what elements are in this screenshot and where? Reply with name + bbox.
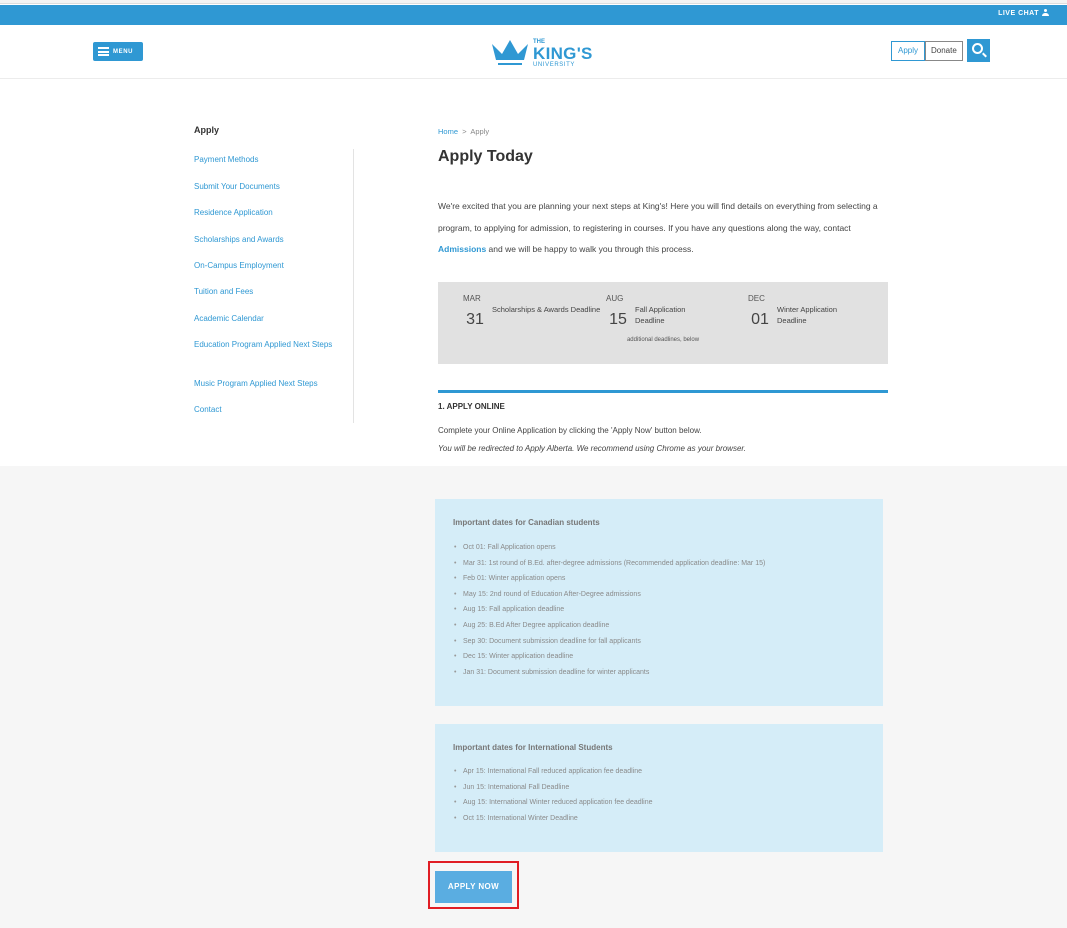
utility-bar: LIVE CHAT [0,5,1067,25]
intro-paragraph: We're excited that you are planning your… [438,196,894,261]
sidebar-item-academic-calendar[interactable]: Academic Calendar [194,313,334,325]
logo-university: UNIVERSITY [533,61,576,68]
breadcrumb-separator: > [462,127,467,136]
list-item: Oct 01: Fall Application opens [454,540,765,556]
canadian-dates-list: Oct 01: Fall Application opens Mar 31: 1… [454,540,765,680]
person-icon [1042,9,1049,17]
deadline-label: Scholarships & Awards Deadline [492,305,601,314]
list-item: Feb 01: Winter application opens [454,571,765,587]
list-item: Oct 15: International Winter Deadline [454,811,653,827]
breadcrumb-home[interactable]: Home [438,127,458,136]
sidebar-title: Apply [194,125,220,135]
international-dates-title: Important dates for International Studen… [453,743,613,752]
header-apply-button[interactable]: Apply [891,41,926,61]
header-donate-button[interactable]: Donate [925,41,963,61]
search-button[interactable] [967,39,990,62]
list-item: Aug 25: B.Ed After Degree application de… [454,618,765,634]
list-item: Sep 30: Document submission deadline for… [454,634,765,650]
list-item: Jun 15: International Fall Deadline [454,780,653,796]
intro-text-after: and we will be happy to walk you through… [486,244,694,254]
crown-logo-icon [492,40,528,65]
step-text: Complete your Online Application by clic… [438,426,702,435]
list-item: Jan 31: Document submission deadline for… [454,665,765,681]
sidebar-item-on-campus-employment[interactable]: On-Campus Employment [194,260,334,272]
sidebar-item-submit-documents[interactable]: Submit Your Documents [194,181,334,193]
admissions-link[interactable]: Admissions [438,244,486,254]
browser-top-strip [0,0,1067,4]
international-dates-list: Apr 15: International Fall reduced appli… [454,764,653,826]
intro-text-before: We're excited that you are planning your… [438,201,878,233]
deadline-day: 01 [751,311,769,328]
international-dates-box: Important dates for International Studen… [435,724,883,852]
deadline-month: MAR [463,294,481,303]
logo-kings: KING'S [533,43,593,63]
deadline-month: DEC [748,294,765,303]
live-chat-link[interactable]: LIVE CHAT [998,9,1049,17]
live-chat-label: LIVE CHAT [998,9,1039,17]
sidebar-nav: Apply Payment Methods Submit Your Docume… [194,125,354,423]
deadlines-note: additional deadlines, below [626,337,700,343]
menu-label: MENU [113,48,134,55]
sidebar-item-education-next-steps[interactable]: Education Program Applied Next Steps [194,339,334,351]
list-item: Dec 15: Winter application deadline [454,649,765,665]
list-item: May 15: 2nd round of Education After-Deg… [454,587,765,603]
list-item: Apr 15: International Fall reduced appli… [454,764,653,780]
list-item: Mar 31: 1st round of B.Ed. after-degree … [454,556,765,572]
step-note: You will be redirected to Apply Alberta.… [438,444,746,453]
sidebar-list: Payment Methods Submit Your Documents Re… [194,149,354,423]
list-item: Aug 15: Fall application deadline [454,602,765,618]
search-icon [972,43,983,54]
canadian-dates-box: Important dates for Canadian students Oc… [435,499,883,706]
key-deadlines-panel: MAR 31 Scholarships & Awards Deadline AU… [438,282,888,364]
page-title: Apply Today [438,148,533,165]
deadline-label: Winter Application Deadline [777,305,838,325]
sidebar-item-music-next-steps[interactable]: Music Program Applied Next Steps [194,378,334,390]
deadline-day: 15 [609,311,627,328]
menu-button[interactable]: MENU [93,42,143,61]
sidebar-item-scholarships[interactable]: Scholarships and Awards [194,234,334,246]
breadcrumb: Home > Apply [438,127,489,136]
site-header: MENU THE KING'S UNIVERSITY Apply Donate [0,25,1067,79]
section-divider [438,390,888,393]
step-title: 1. APPLY ONLINE [438,402,505,411]
deadline-month: AUG [606,294,624,303]
deadline-day: 31 [466,311,484,328]
sidebar-item-payment-methods[interactable]: Payment Methods [194,154,334,166]
breadcrumb-current: Apply [470,127,490,136]
sidebar-item-residence-application[interactable]: Residence Application [194,207,334,219]
deadline-label: Fall Application Deadline [635,305,686,325]
site-logo[interactable]: THE KING'S UNIVERSITY [490,32,600,74]
apply-now-button[interactable]: APPLY NOW [435,871,512,903]
list-item: Aug 15: International Winter reduced app… [454,795,653,811]
hamburger-icon [98,47,109,56]
canadian-dates-title: Important dates for Canadian students [453,518,600,527]
sidebar-item-contact[interactable]: Contact [194,404,334,416]
sidebar-item-tuition-fees[interactable]: Tuition and Fees [194,286,334,298]
